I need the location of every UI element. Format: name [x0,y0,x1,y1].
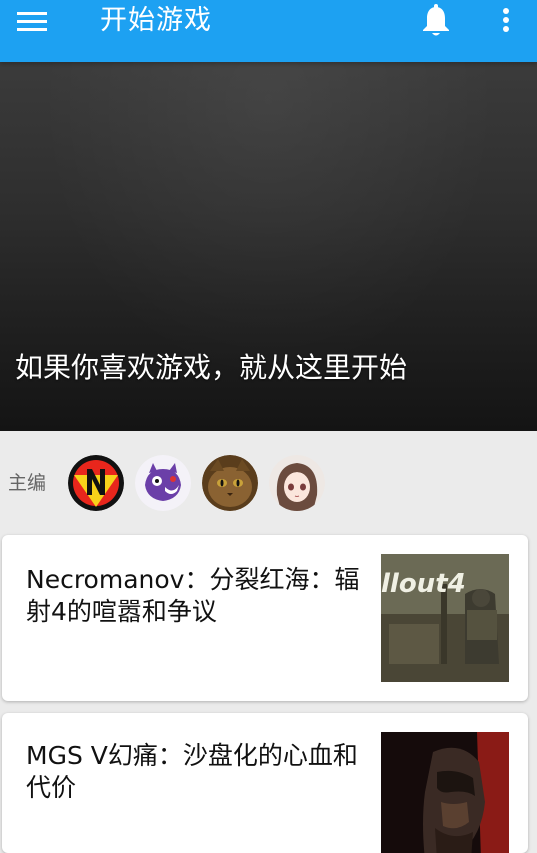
avatar-anime-girl[interactable] [269,455,325,511]
avatar-purple-creature[interactable] [135,455,191,511]
article-title: Necromanov：分裂红海：辐射4的喧嚣和争议 [26,565,360,626]
fallout-4-thumbnail: llout4 [381,554,509,682]
hero-caption: 如果你喜欢游戏，就从这里开始 [15,351,408,384]
editors-label: 主编 [8,472,47,494]
editors-row: 主编 [0,431,537,535]
bell-icon[interactable] [420,4,452,38]
more-vert-icon[interactable] [496,4,516,36]
svg-text:llout4: llout4 [381,569,466,599]
menu-icon[interactable] [17,12,47,32]
app-bar: 开始游戏 [0,0,537,62]
article-title: MGS V幻痛：沙盘化的心血和代价 [26,741,358,802]
avatar-n-logo[interactable] [68,455,124,511]
page-title: 开始游戏 [100,5,212,36]
avatar-cat[interactable] [202,455,258,511]
article-card[interactable]: Necromanov：分裂红海：辐射4的喧嚣和争议 llout4 [2,535,528,701]
mgs-v-thumbnail [381,732,509,853]
article-card[interactable]: MGS V幻痛：沙盘化的心血和代价 [2,713,528,853]
hero-banner[interactable]: 如果你喜欢游戏，就从这里开始 [0,62,537,431]
